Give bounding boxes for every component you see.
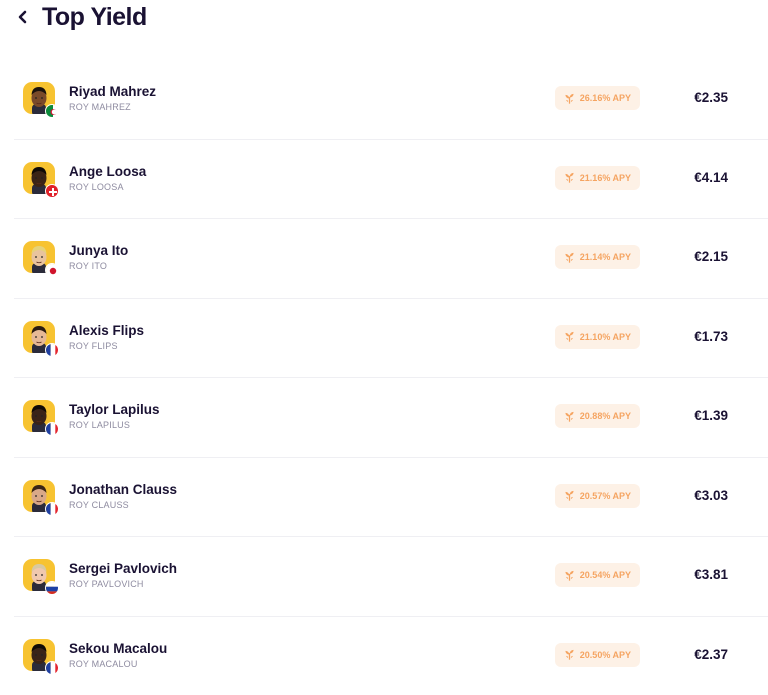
player-name: Taylor Lapilus [69,402,160,417]
player-row[interactable]: Taylor Lapilus ROY LAPILUS 20.88% APY €1.39 [14,378,768,458]
apy-badge: 20.50% APY [555,643,640,667]
player-ticker: ROY FLIPS [69,341,118,351]
russia-flag-icon [45,581,59,595]
player-name: Jonathan Clauss [69,482,177,497]
sprout-icon [564,172,575,183]
player-ticker: ROY LOOSA [69,182,124,192]
player-row[interactable]: Ange Loosa ROY LOOSA 21.16% APY €4.14 [14,140,768,220]
player-ticker: ROY MAHREZ [69,102,131,112]
player-ticker: ROY LAPILUS [69,420,130,430]
sprout-icon [564,490,575,501]
sprout-icon [564,93,575,104]
france-flag-icon [45,502,59,516]
algeria-flag-icon [45,104,59,118]
player-price: €1.73 [694,329,728,344]
apy-badge: 20.57% APY [555,484,640,508]
sprout-icon [564,411,575,422]
apy-badge: 21.10% APY [555,325,640,349]
back-button[interactable] [12,6,34,28]
japan-flag-icon [45,263,59,277]
player-name: Sergei Pavlovich [69,561,177,576]
player-row[interactable]: Junya Ito ROY ITO 21.14% APY €2.15 [14,219,768,299]
france-flag-icon [45,422,59,436]
apy-value: 20.54% APY [580,570,631,580]
player-avatar [23,162,57,196]
chevron-left-icon [17,10,29,24]
player-price: €4.14 [694,170,728,185]
player-avatar [23,559,57,593]
player-row[interactable]: Alexis Flips ROY FLIPS 21.10% APY €1.73 [14,299,768,379]
switzerland-flag-icon [45,184,59,198]
player-name: Junya Ito [69,243,128,258]
apy-badge: 21.14% APY [555,245,640,269]
sprout-icon [564,252,575,263]
player-ticker: ROY PAVLOVICH [69,579,144,589]
apy-value: 21.14% APY [580,252,631,262]
apy-value: 20.50% APY [580,650,631,660]
player-row[interactable]: Riyad Mahrez ROY MAHREZ 26.16% APY €2.35 [14,60,768,140]
sprout-icon [564,649,575,660]
apy-value: 20.88% APY [580,411,631,421]
player-row[interactable]: Sekou Macalou ROY MACALOU 20.50% APY €2.37 [14,617,768,695]
player-name: Alexis Flips [69,323,144,338]
apy-value: 21.10% APY [580,332,631,342]
sprout-icon [564,570,575,581]
player-price: €2.15 [694,249,728,264]
player-avatar [23,480,57,514]
player-price: €2.35 [694,90,728,105]
player-avatar [23,321,57,355]
player-name: Sekou Macalou [69,641,167,656]
player-avatar [23,82,57,116]
page-title: Top Yield [42,3,147,32]
sprout-icon [564,331,575,342]
player-avatar [23,639,57,673]
apy-badge: 26.16% APY [555,86,640,110]
player-ticker: ROY MACALOU [69,659,138,669]
player-price: €3.03 [694,488,728,503]
apy-value: 26.16% APY [580,93,631,103]
player-avatar [23,400,57,434]
player-price: €2.37 [694,647,728,662]
player-row[interactable]: Jonathan Clauss ROY CLAUSS 20.57% APY €3.03 [14,458,768,538]
france-flag-icon [45,343,59,357]
header: Top Yield [12,0,147,34]
france-flag-icon [45,661,59,675]
player-list: Riyad Mahrez ROY MAHREZ 26.16% APY €2.35 Ang… [14,60,768,695]
player-name: Ange Loosa [69,164,146,179]
apy-badge: 21.16% APY [555,166,640,190]
apy-badge: 20.54% APY [555,563,640,587]
apy-value: 20.57% APY [580,491,631,501]
player-row[interactable]: Sergei Pavlovich ROY PAVLOVICH 20.54% APY €… [14,537,768,617]
player-ticker: ROY CLAUSS [69,500,129,510]
player-avatar [23,241,57,275]
apy-value: 21.16% APY [580,173,631,183]
apy-badge: 20.88% APY [555,404,640,428]
player-price: €1.39 [694,408,728,423]
player-price: €3.81 [694,567,728,582]
player-name: Riyad Mahrez [69,84,156,99]
player-ticker: ROY ITO [69,261,107,271]
